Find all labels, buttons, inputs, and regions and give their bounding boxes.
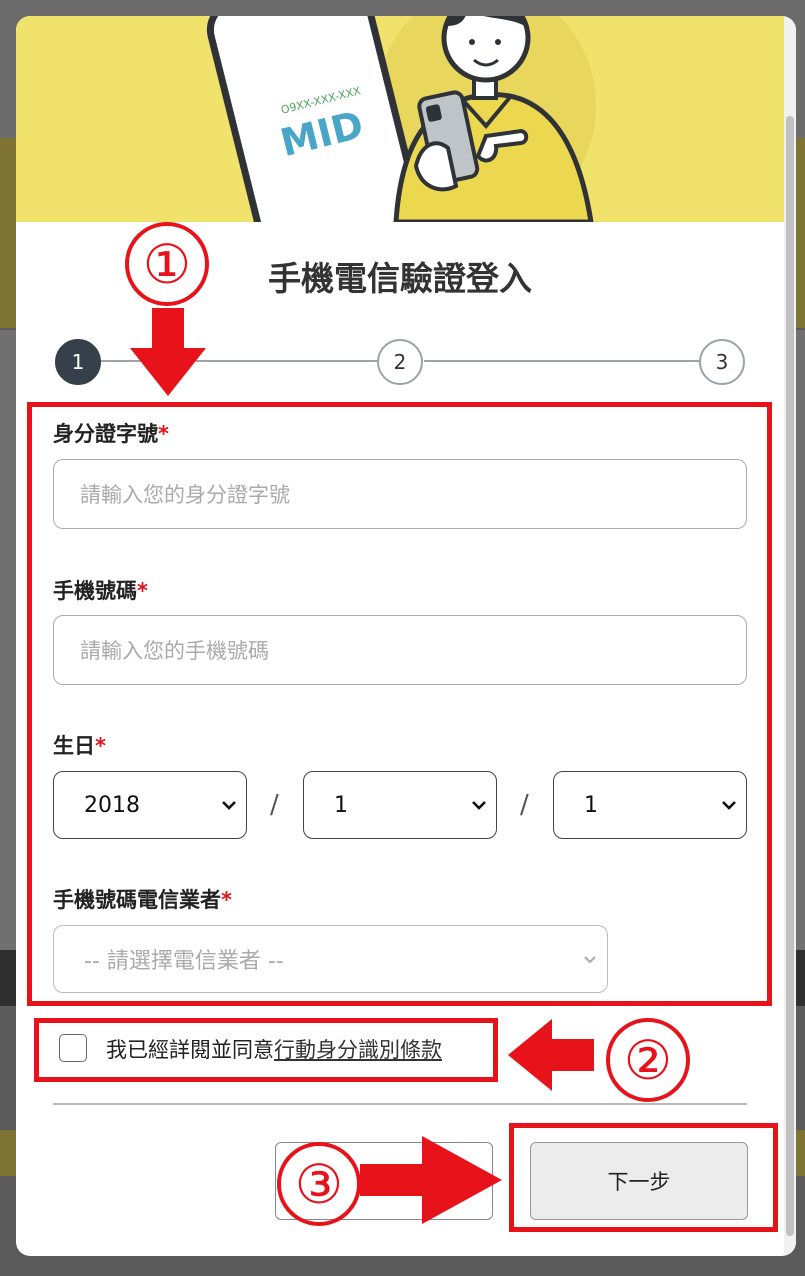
page-title: 手機電信驗證登入	[268, 259, 532, 298]
arrow-down-icon	[130, 308, 206, 396]
terms-highlight-box	[34, 1018, 498, 1082]
phone-person-illustration: O9XX-XXX-XXX MID	[206, 16, 596, 289]
step-1-indicator: 1	[55, 339, 101, 385]
annotation-circle-3: ③	[277, 1142, 361, 1226]
next-button-highlight-box	[509, 1123, 778, 1232]
step-connector	[424, 360, 700, 362]
form-highlight-box	[27, 402, 772, 1006]
divider	[53, 1103, 747, 1105]
arrow-right-icon	[360, 1136, 502, 1224]
modal-scrollbar[interactable]	[784, 16, 796, 1256]
annotation-circle-1: ①	[125, 222, 209, 306]
arrow-left-icon	[508, 1019, 594, 1091]
step-3-indicator: 3	[699, 339, 745, 385]
annotation-circle-2: ②	[606, 1018, 690, 1102]
step-2-indicator: 2	[377, 339, 423, 385]
banner-illustration: O9XX-XXX-XXX MID	[16, 16, 796, 289]
